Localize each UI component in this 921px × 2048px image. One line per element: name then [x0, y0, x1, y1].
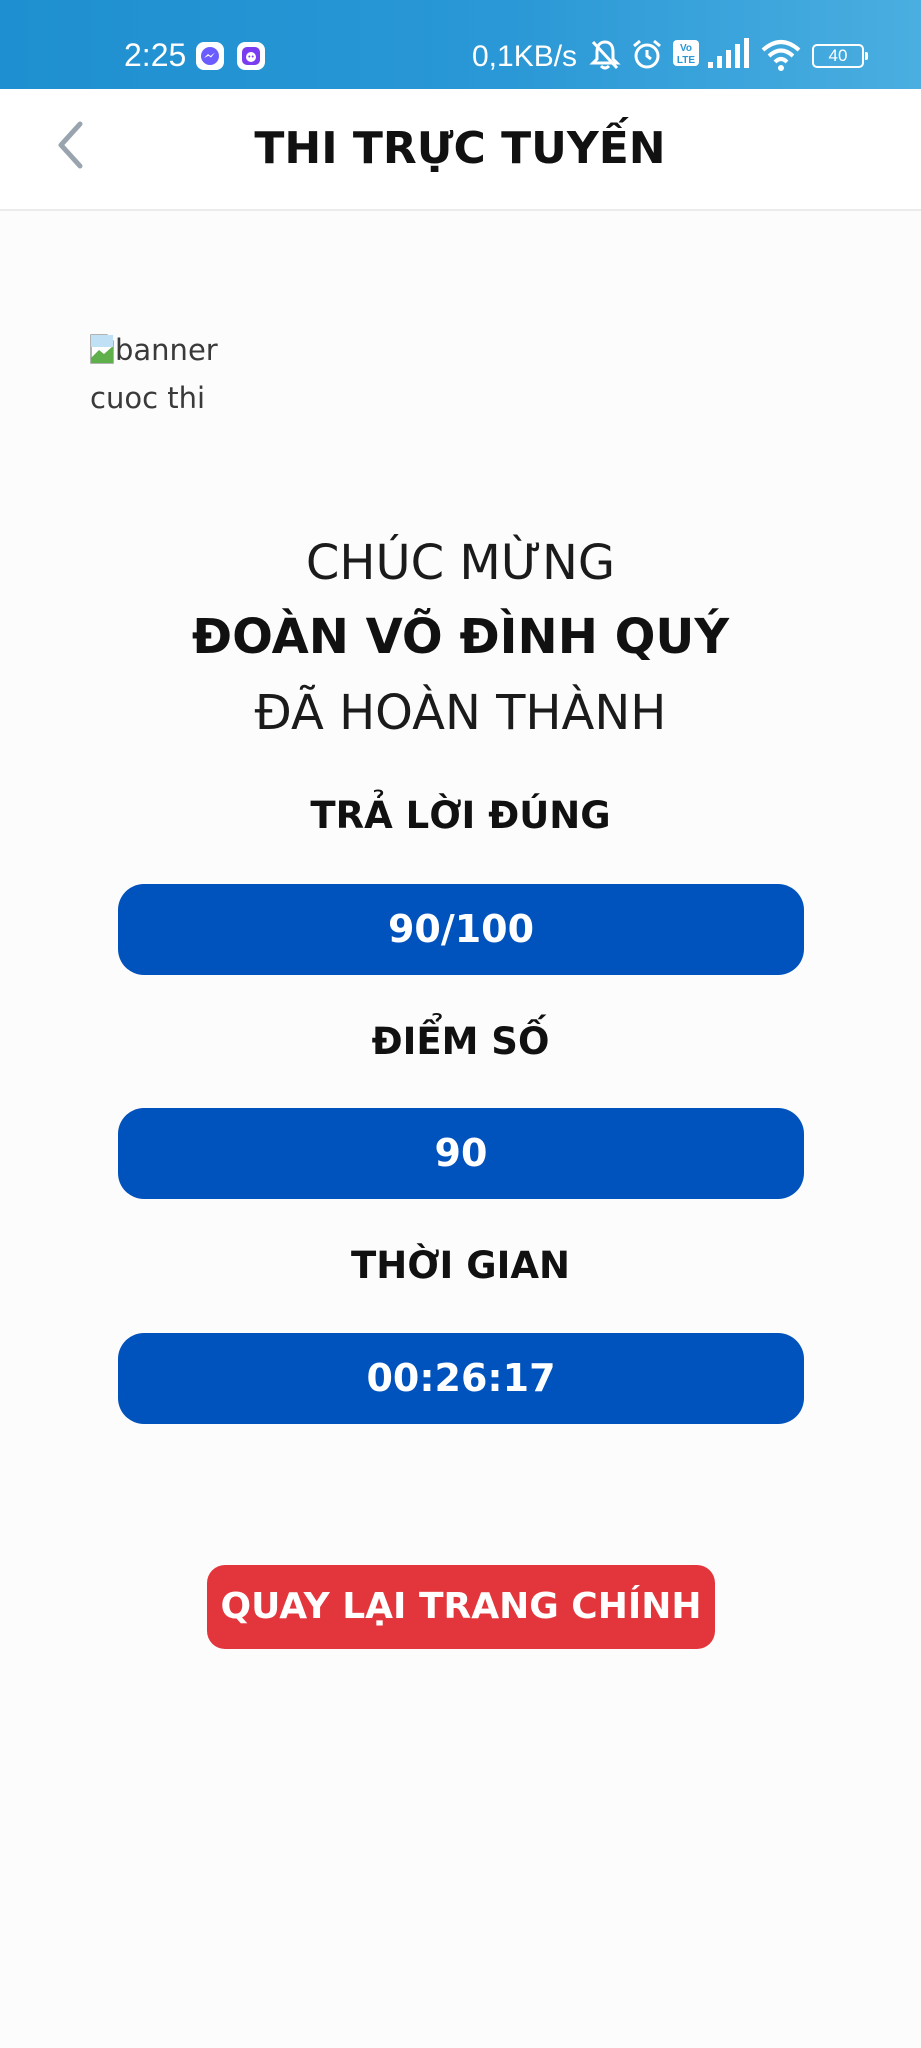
svg-text:Vo: Vo	[680, 43, 692, 54]
time-value: 00:26:17	[118, 1333, 804, 1424]
broken-image-icon	[90, 330, 114, 364]
correct-answers-label: TRẢ LỜI ĐÚNG	[310, 794, 611, 837]
congrats-label: CHÚC MỪNG	[305, 535, 616, 591]
battery-icon: 40	[812, 44, 868, 68]
completed-label: ĐÃ HOÀN THÀNH	[254, 685, 667, 741]
bell-muted-icon	[589, 38, 621, 76]
banner-image: banner cuoc thi	[90, 326, 280, 422]
app-notification-icon	[237, 42, 265, 70]
correct-answers-value: 90/100	[118, 884, 804, 975]
back-button[interactable]	[40, 109, 110, 179]
app-header: THI TRỰC TUYẾN	[0, 89, 921, 211]
score-value: 90	[118, 1108, 804, 1199]
status-time: 2:25	[124, 37, 187, 73]
back-to-home-button[interactable]: QUAY LẠI TRANG CHÍNH	[207, 1565, 715, 1649]
volte-icon: Vo LTE	[672, 38, 700, 72]
wifi-icon	[760, 38, 802, 76]
svg-text:LTE: LTE	[677, 55, 695, 66]
messenger-icon	[196, 42, 224, 70]
alarm-icon	[631, 38, 663, 76]
chevron-left-icon	[58, 121, 83, 169]
signal-icon	[707, 38, 751, 74]
page-title: THI TRỰC TUYẾN	[254, 123, 666, 174]
time-label: THỜI GIAN	[351, 1244, 570, 1287]
score-label: ĐIỂM SỐ	[371, 1020, 550, 1063]
battery-level: 40	[828, 46, 848, 65]
network-speed: 0,1KB/s	[472, 40, 578, 73]
participant-name: ĐOÀN VÕ ĐÌNH QUÝ	[191, 609, 730, 665]
status-bar: 2:25 0,1KB/s Vo LTE 40	[0, 0, 921, 89]
